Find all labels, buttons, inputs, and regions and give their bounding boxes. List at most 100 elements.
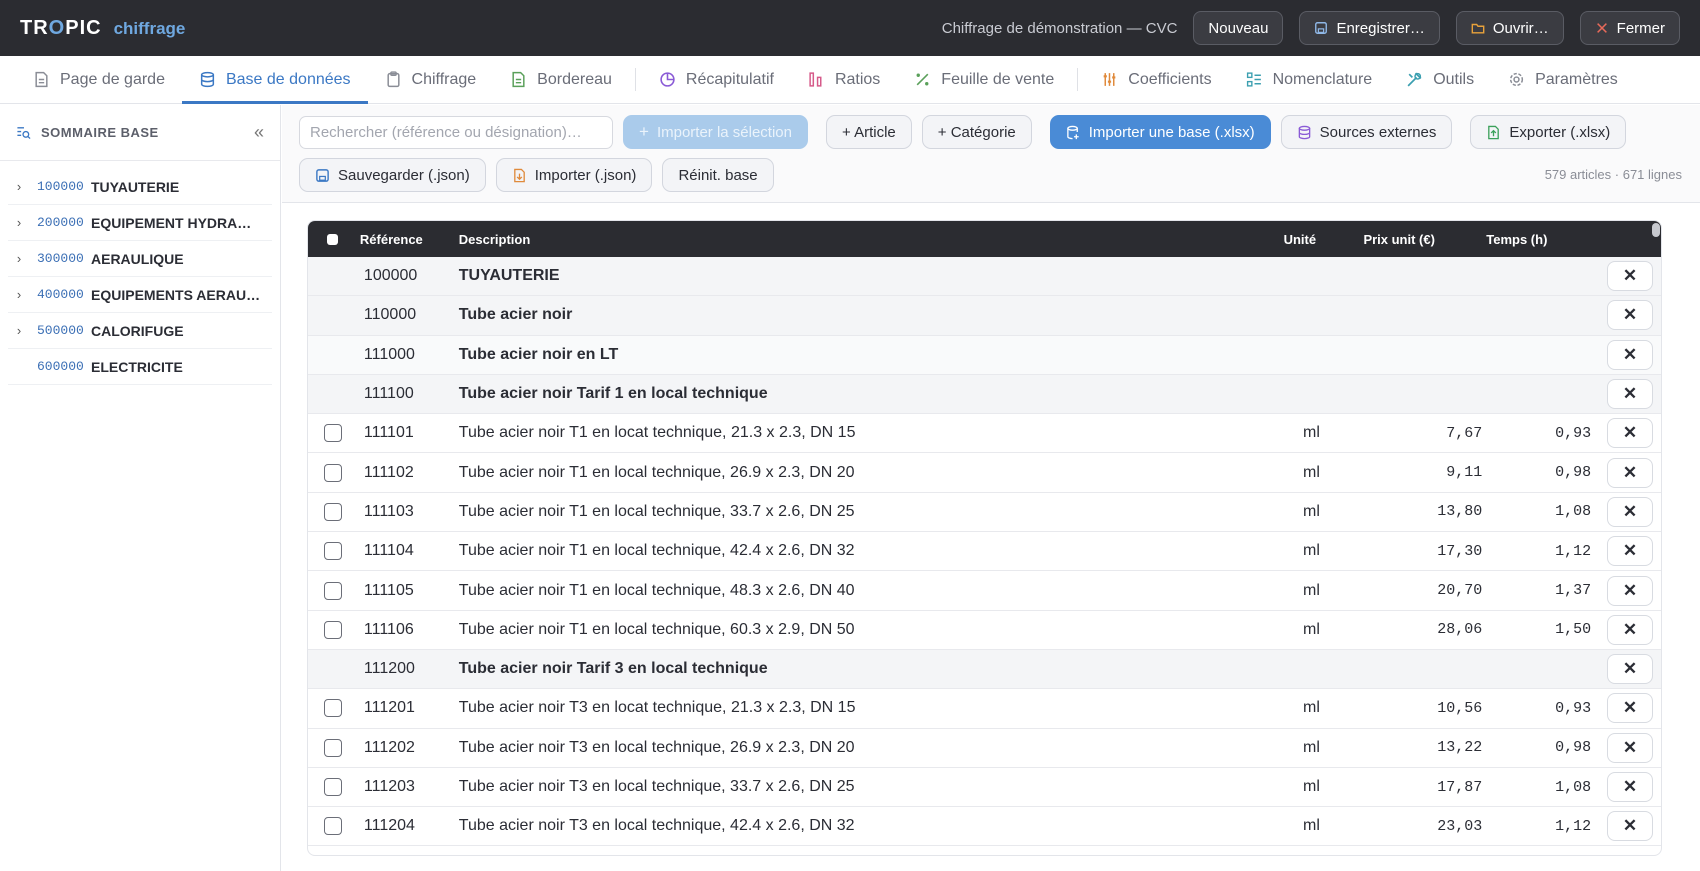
table-row[interactable]: 111102 Tube acier noir T1 en local techni… xyxy=(308,453,1661,493)
table-row[interactable]: 111202 Tube acier noir T3 en local techni… xyxy=(308,729,1661,768)
open-button[interactable]: Ouvrir… xyxy=(1455,11,1564,45)
row-checkbox[interactable] xyxy=(323,620,342,639)
sidebar-header: SOMMAIRE BASE « xyxy=(0,105,280,161)
cell-desc: Tube acier noir T1 en locat technique, 2… xyxy=(458,424,856,442)
tab-outils[interactable]: Outils xyxy=(1389,56,1491,103)
tab-coefficients[interactable]: Coefficients xyxy=(1084,56,1228,103)
chevron-right-icon[interactable]: › xyxy=(8,287,30,302)
row-checkbox[interactable] xyxy=(323,463,342,482)
chevron-right-icon[interactable]: › xyxy=(8,179,30,194)
close-button[interactable]: Fermer xyxy=(1579,11,1680,45)
cell-ref: 100000 xyxy=(363,267,418,285)
category-row[interactable]: 111000 Tube acier noir en LT ✕ xyxy=(308,335,1661,375)
collapse-sidebar-icon[interactable]: « xyxy=(254,122,264,143)
sidebar-item-200000[interactable]: › 200000 EQUIPEMENT HYDRAULI… xyxy=(8,205,272,241)
row-checkbox[interactable] xyxy=(323,778,342,796)
delete-row-button[interactable]: ✕ xyxy=(1607,575,1654,606)
tab-bordereau[interactable]: Bordereau xyxy=(493,56,629,103)
import-base-button[interactable]: Importer une base (.xlsx) xyxy=(1049,115,1271,149)
column-header-desc[interactable]: Description xyxy=(459,232,1284,247)
row-checkbox[interactable] xyxy=(323,699,342,718)
plus-icon: + xyxy=(639,122,649,141)
export-file-icon xyxy=(1488,125,1500,139)
row-checkbox[interactable] xyxy=(323,502,342,521)
delete-row-button[interactable]: ✕ xyxy=(1607,732,1654,763)
tab-feuille-de-vente[interactable]: Feuille de vente xyxy=(897,56,1071,103)
delete-row-button[interactable]: ✕ xyxy=(1607,379,1654,410)
table-row[interactable]: 111101 Tube acier noir T1 en locat techni… xyxy=(308,414,1661,454)
save-button[interactable]: Enregistrer… xyxy=(1299,11,1440,45)
table-body: 100000 TUYAUTERIE ✕ 110000 Tube acier noir ✕ 1… xyxy=(308,257,1661,847)
tab-page-de-garde[interactable]: Page de garde xyxy=(16,56,182,103)
search-input[interactable] xyxy=(299,115,613,149)
delete-row-button[interactable]: ✕ xyxy=(1607,614,1654,645)
tab-nomenclature[interactable]: Nomenclature xyxy=(1229,56,1390,103)
cell-desc: Tube acier noir T3 en local technique, 2… xyxy=(458,738,855,756)
pie-icon xyxy=(660,72,675,87)
delete-row-button[interactable]: ✕ xyxy=(1607,654,1654,685)
sidebar-title: SOMMAIRE BASE xyxy=(41,125,159,140)
external-sources-button[interactable]: Sources externes xyxy=(1280,115,1453,149)
row-checkbox[interactable] xyxy=(323,581,342,600)
column-header-ref[interactable]: Référence xyxy=(358,232,459,247)
row-checkbox[interactable] xyxy=(323,817,342,836)
tab-ratios[interactable]: Ratios xyxy=(791,56,897,103)
cell-desc: Tube acier noir Tarif 3 en local techniq… xyxy=(458,660,768,678)
chevron-right-icon[interactable]: › xyxy=(8,251,30,266)
import-selection-button[interactable]: + Importer la sélection xyxy=(623,115,808,149)
reset-base-button[interactable]: Réinit. base xyxy=(662,158,774,192)
sidebar-item-600000[interactable]: 600000 ELECTRICITE xyxy=(8,349,272,385)
table-row[interactable]: 111201 Tube acier noir T3 en locat techni… xyxy=(308,689,1661,729)
delete-row-button[interactable]: ✕ xyxy=(1607,339,1654,370)
row-checkbox[interactable] xyxy=(323,738,342,757)
delete-row-button[interactable]: ✕ xyxy=(1607,536,1654,567)
add-category-button[interactable]: + Catégorie xyxy=(921,115,1032,149)
tab-parametres[interactable]: Paramètres xyxy=(1491,56,1635,103)
table-row[interactable]: 111106 Tube acier noir T1 en local techni… xyxy=(308,611,1661,650)
cell-ref: 111202 xyxy=(363,738,415,756)
column-header-price[interactable]: Prix unit (€) xyxy=(1363,232,1486,247)
tab-recapitulatif[interactable]: Récapitulatif xyxy=(642,56,791,103)
row-checkbox[interactable] xyxy=(323,424,342,443)
delete-row-button[interactable]: ✕ xyxy=(1607,418,1654,449)
import-json-button[interactable]: Importer (.json) xyxy=(495,158,653,192)
category-row[interactable]: 111200 Tube acier noir Tarif 3 en local t… xyxy=(308,649,1661,690)
row-checkbox[interactable] xyxy=(323,542,342,561)
save-icon xyxy=(1315,22,1328,34)
cell-unit: ml xyxy=(1303,424,1320,442)
sidebar-item-300000[interactable]: › 300000 AERAULIQUE xyxy=(8,241,272,277)
cell-time: 0,93 xyxy=(1555,699,1592,717)
delete-row-button[interactable]: ✕ xyxy=(1607,300,1654,331)
tab-chiffrage[interactable]: Chiffrage xyxy=(368,56,494,103)
category-row[interactable]: 111100 Tube acier noir Tarif 1 en local t… xyxy=(308,374,1661,415)
chevron-right-icon[interactable]: › xyxy=(8,215,30,230)
chevron-right-icon[interactable]: › xyxy=(8,323,30,338)
table-scrollbar[interactable] xyxy=(1652,223,1660,237)
sidebar-item-400000[interactable]: › 400000 EQUIPEMENTS AERAULI… xyxy=(8,277,272,313)
column-header-time[interactable]: Temps (h) xyxy=(1486,232,1599,247)
category-row[interactable]: 110000 Tube acier noir ✕ xyxy=(308,296,1661,336)
table-row[interactable]: 111105 Tube acier noir T1 en local techni… xyxy=(308,571,1661,611)
sidebar-item-code: 100000 xyxy=(37,179,84,194)
export-button[interactable]: Exporter (.xlsx) xyxy=(1470,115,1627,149)
delete-row-button[interactable]: ✕ xyxy=(1607,772,1654,802)
table-row[interactable]: 111104 Tube acier noir T1 en local techni… xyxy=(308,532,1661,572)
new-button[interactable]: Nouveau xyxy=(1193,11,1284,45)
sidebar-item-100000[interactable]: › 100000 TUYAUTERIE xyxy=(8,169,272,205)
delete-row-button[interactable]: ✕ xyxy=(1607,811,1654,842)
table-row[interactable]: 111103 Tube acier noir T1 en local techni… xyxy=(308,493,1661,533)
sidebar-item-500000[interactable]: › 500000 CALORIFUGE xyxy=(8,313,272,349)
delete-row-button[interactable]: ✕ xyxy=(1607,261,1654,292)
delete-row-button[interactable]: ✕ xyxy=(1607,496,1654,527)
cell-unit: ml xyxy=(1303,581,1320,599)
delete-row-button[interactable]: ✕ xyxy=(1607,457,1654,488)
select-all-checkbox[interactable] xyxy=(327,233,339,245)
category-row[interactable]: 100000 TUYAUTERIE ✕ xyxy=(308,257,1661,297)
table-row[interactable]: 111203 Tube acier noir T3 en local techni… xyxy=(308,768,1661,808)
column-header-unit[interactable]: Unité xyxy=(1284,232,1364,247)
add-article-button[interactable]: + Article xyxy=(826,115,912,149)
save-json-button[interactable]: Sauvegarder (.json) xyxy=(299,158,486,192)
delete-row-button[interactable]: ✕ xyxy=(1607,693,1654,724)
tab-base-de-donnees[interactable]: Base de données xyxy=(181,56,368,104)
table-row[interactable]: 111204 Tube acier noir T3 en local techni… xyxy=(308,807,1661,847)
